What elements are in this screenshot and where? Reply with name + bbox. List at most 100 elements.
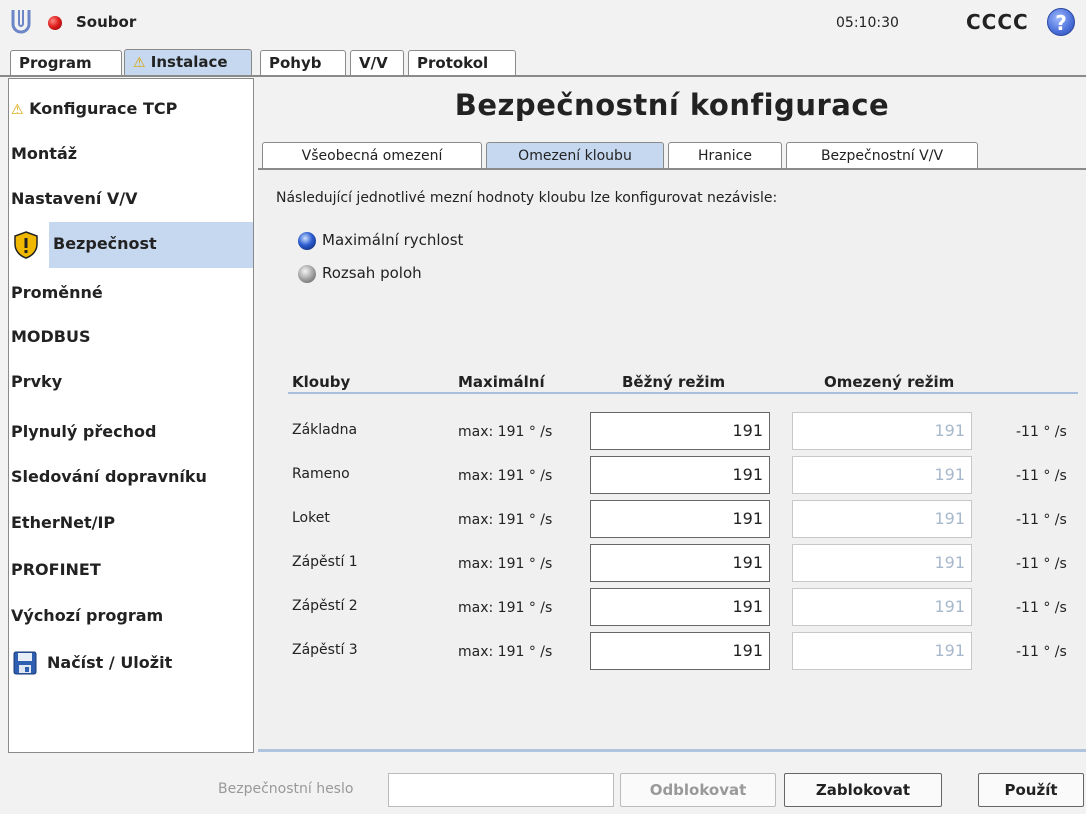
sidebar-item-label: Nastavení V/V (11, 189, 138, 208)
sidebar-item-label: Plynulý přechod (11, 422, 157, 441)
joint-limits-content: Následující jednotlivé mezní hodnoty klo… (258, 168, 1086, 752)
position-range-radio[interactable] (298, 265, 316, 283)
normal-mode-input[interactable]: 191 (590, 544, 770, 582)
tab-io[interactable]: V/V (350, 50, 404, 76)
ur-logo-icon (11, 10, 31, 34)
sidebar-item-label: Prvky (11, 372, 63, 391)
reduced-mode-input: 191 (792, 456, 972, 494)
help-icon[interactable]: ? (1047, 8, 1075, 36)
joint-name: Zápěstí 2 (292, 598, 358, 614)
sidebar-item-mounting[interactable]: Montáž (9, 132, 253, 176)
sidebar-item-label: PROFINET (11, 560, 101, 579)
joint-max-value: max: 191 ° /s (458, 424, 553, 440)
sidebar: ⚠ Konfigurace TCP Montáž Nastavení V/V B… (8, 78, 254, 753)
joint-name: Rameno (292, 466, 350, 482)
sidebar-item-label: Výchozí program (11, 606, 164, 625)
tab-label: Všeobecná omezení (301, 148, 443, 164)
apply-button[interactable]: Použít (978, 773, 1084, 807)
reduced-mode-input: 191 (792, 632, 972, 670)
joint-name: Zápěstí 1 (292, 554, 358, 570)
tab-joint-limits[interactable]: Omezení kloubu (486, 142, 664, 169)
tab-label: Instalace (150, 53, 228, 71)
joint-max-value: max: 191 ° /s (458, 512, 553, 528)
tab-boundaries[interactable]: Hranice (668, 142, 782, 169)
sidebar-item-label: Bezpečnost (53, 234, 157, 253)
normal-mode-input[interactable]: 191 (590, 500, 770, 538)
sidebar-item-safety[interactable]: Bezpečnost (9, 222, 253, 268)
tab-program[interactable]: Program (10, 50, 122, 76)
max-speed-label: Maximální rychlost (322, 231, 464, 249)
tab-log[interactable]: Protokol (408, 50, 516, 76)
column-header-joints: Klouby (292, 373, 351, 391)
tab-move[interactable]: Pohyb (260, 50, 346, 76)
tab-installation[interactable]: ⚠ Instalace (124, 49, 252, 77)
tab-safety-io[interactable]: Bezpečnostní V/V (786, 142, 978, 169)
sidebar-item-label: EtherNet/IP (11, 513, 116, 532)
sidebar-item-variables[interactable]: Proměnné (9, 271, 253, 315)
page-title: Bezpečnostní konfigurace (454, 88, 890, 122)
unit-label: -11 ° /s (1016, 468, 1067, 484)
normal-mode-input[interactable]: 191 (590, 632, 770, 670)
sidebar-item-label: Sledování dopravníku (11, 467, 207, 486)
joint-max-value: max: 191 ° /s (458, 600, 553, 616)
reduced-mode-input: 191 (792, 588, 972, 626)
description-text: Následující jednotlivé mezní hodnoty klo… (276, 190, 778, 206)
sidebar-item-io-setup[interactable]: Nastavení V/V (9, 177, 253, 221)
unit-label: -11 ° /s (1016, 556, 1067, 572)
status-led-icon[interactable] (48, 16, 62, 30)
unlock-button: Odblokovat (620, 773, 776, 807)
sidebar-item-label: Načíst / Uložit (47, 653, 173, 672)
unit-label: -11 ° /s (1016, 424, 1067, 440)
title-bar: Soubor 05:10:30 CCCC ? (0, 0, 1086, 48)
normal-mode-input[interactable]: 191 (590, 588, 770, 626)
sidebar-item-label: MODBUS (11, 327, 91, 346)
sidebar-item-label: Konfigurace TCP (29, 99, 178, 118)
safety-password-field[interactable] (388, 773, 614, 807)
column-header-normal-mode: Běžný režim (622, 373, 726, 391)
joint-max-value: max: 191 ° /s (458, 556, 553, 572)
tab-divider (0, 75, 1086, 77)
unit-label: -11 ° /s (1016, 512, 1067, 528)
sidebar-item-profinet[interactable]: PROFINET (9, 548, 253, 592)
tab-label: V/V (359, 54, 388, 72)
sidebar-item-default-program[interactable]: Výchozí program (9, 594, 253, 638)
safety-shield-icon (14, 231, 38, 259)
joint-max-value: max: 191 ° /s (458, 468, 553, 484)
joint-name: Základna (292, 422, 358, 438)
floppy-disk-icon (13, 651, 37, 675)
tab-label: Hranice (698, 148, 752, 164)
sidebar-item-features[interactable]: Prvky (9, 360, 253, 404)
joint-name: Zápěstí 3 (292, 642, 358, 658)
sidebar-item-modbus[interactable]: MODBUS (9, 315, 253, 359)
tab-label: Program (19, 54, 92, 72)
reduced-mode-input: 191 (792, 412, 972, 450)
clock: 05:10:30 (836, 15, 899, 31)
unit-label: -11 ° /s (1016, 644, 1067, 660)
file-menu-button[interactable]: Soubor (76, 13, 136, 31)
tab-label: Protokol (417, 54, 489, 72)
unit-label: -11 ° /s (1016, 600, 1067, 616)
reduced-mode-input: 191 (792, 500, 972, 538)
sidebar-item-load-save[interactable]: Načíst / Uložit (9, 641, 253, 685)
tab-general-limits[interactable]: Všeobecná omezení (262, 142, 482, 169)
joint-name: Loket (292, 510, 330, 526)
warning-icon: ⚠ (133, 55, 146, 71)
sidebar-item-tcp[interactable]: ⚠ Konfigurace TCP (9, 87, 253, 131)
normal-mode-input[interactable]: 191 (590, 412, 770, 450)
robot-name: CCCC (966, 10, 1029, 34)
tab-label: Pohyb (269, 54, 322, 72)
normal-mode-input[interactable]: 191 (590, 456, 770, 494)
sidebar-item-ethernet-ip[interactable]: EtherNet/IP (9, 501, 253, 545)
sidebar-item-label: Proměnné (11, 283, 103, 302)
tab-label: Bezpečnostní V/V (820, 148, 944, 164)
max-speed-radio[interactable] (298, 232, 316, 250)
position-range-label: Rozsah poloh (322, 264, 422, 282)
reduced-mode-input: 191 (792, 544, 972, 582)
sidebar-item-conveyor-tracking[interactable]: Sledování dopravníku (9, 455, 253, 499)
warning-icon: ⚠ (11, 102, 24, 118)
column-header-maximum: Maximální (458, 373, 545, 391)
sidebar-item-smooth-transition[interactable]: Plynulý přechod (9, 410, 253, 454)
tab-label: Omezení kloubu (518, 148, 632, 164)
joint-max-value: max: 191 ° /s (458, 644, 553, 660)
lock-button[interactable]: Zablokovat (784, 773, 942, 807)
